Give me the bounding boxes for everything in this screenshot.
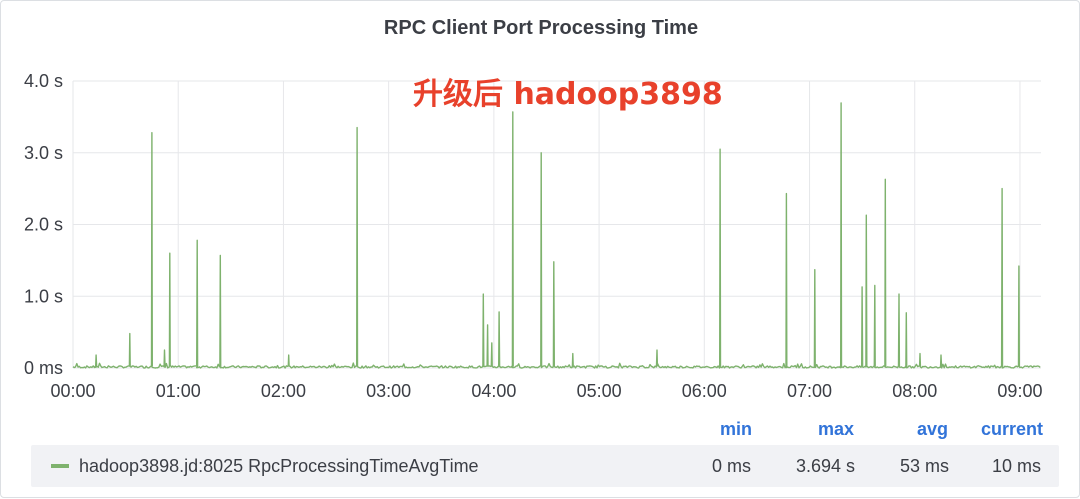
x-tick-label: 09:00 <box>997 381 1042 401</box>
series-layer <box>72 101 1041 369</box>
grid-lines <box>72 80 1041 369</box>
data-point-spike[interactable] <box>481 292 485 296</box>
data-point-spike[interactable] <box>873 283 877 287</box>
x-tick-label: 04:00 <box>471 381 516 401</box>
y-tick-label: 2.0 s <box>24 215 63 235</box>
graph-panel: RPC Client Port Processing Time 0 ms 1.0 … <box>0 0 1080 498</box>
data-point-spike[interactable] <box>287 353 291 357</box>
legend-stat-min: 0 ms <box>711 456 751 476</box>
data-point-spike[interactable] <box>571 352 575 356</box>
data-point-spike[interactable] <box>128 332 132 336</box>
data-point-spike[interactable] <box>168 251 172 255</box>
x-tick-label: 07:00 <box>787 381 832 401</box>
data-point-spike[interactable] <box>1017 264 1021 268</box>
data-point-spike[interactable] <box>94 353 98 357</box>
data-point-spike[interactable] <box>552 260 556 264</box>
data-point-spike[interactable] <box>718 147 722 151</box>
legend-header-avg[interactable]: avg <box>917 419 948 440</box>
y-tick-label: 3.0 s <box>24 143 63 163</box>
x-tick-label: 06:00 <box>682 381 727 401</box>
data-point-spike[interactable] <box>497 310 501 314</box>
data-point-spike[interactable] <box>839 101 843 105</box>
data-point-spike[interactable] <box>784 192 788 196</box>
y-axis-ticks: 0 ms 1.0 s 2.0 s 3.0 s 4.0 s <box>24 71 63 378</box>
x-tick-label: 02:00 <box>261 381 306 401</box>
data-point-spike[interactable] <box>490 341 494 345</box>
y-tick-label: 4.0 s <box>24 71 63 91</box>
legend-stat-current: 10 ms <box>991 456 1041 476</box>
legend-series-name[interactable]: hadoop3898.jd:8025 RpcProcessingTimeAvgT… <box>79 456 479 477</box>
data-point-spike[interactable] <box>883 177 887 181</box>
data-point-spike[interactable] <box>897 292 901 296</box>
data-point-spike[interactable] <box>864 213 868 217</box>
legend-stat-avg: 53 ms <box>899 456 949 476</box>
data-point-spike[interactable] <box>195 238 199 242</box>
data-point-spike[interactable] <box>355 126 359 130</box>
data-point-spike[interactable] <box>150 131 154 135</box>
data-point-spike[interactable] <box>860 285 864 289</box>
data-point-spike[interactable] <box>539 151 543 155</box>
data-point-spike[interactable] <box>813 268 817 272</box>
legend-header-current[interactable]: current <box>981 419 1043 440</box>
data-point-spike[interactable] <box>939 353 943 357</box>
y-tick-label: 0 ms <box>24 358 63 378</box>
legend-header-max[interactable]: max <box>818 419 854 440</box>
data-point-spike[interactable] <box>218 253 222 257</box>
data-point-spike[interactable] <box>918 352 922 356</box>
x-axis-ticks: 00:00 01:00 02:00 03:00 04:00 05:00 06:00 07:00… <box>50 381 1042 401</box>
legend-series-row[interactable]: hadoop3898.jd:8025 RpcProcessingTimeAvgT… <box>31 445 1059 487</box>
y-tick-label: 1.0 s <box>24 286 63 306</box>
x-tick-label: 01:00 <box>156 381 201 401</box>
x-tick-label: 08:00 <box>892 381 937 401</box>
upgrade-annotation: 升级后 hadoop3898 <box>413 77 723 112</box>
x-tick-label: 00:00 <box>50 381 95 401</box>
series-line[interactable] <box>72 102 1041 369</box>
data-point-spike[interactable] <box>1000 187 1004 191</box>
data-point-spike[interactable] <box>655 348 659 352</box>
data-point-spike[interactable] <box>163 348 167 352</box>
data-point-spike[interactable] <box>486 323 490 327</box>
data-point-spike[interactable] <box>904 311 908 315</box>
x-tick-label: 05:00 <box>577 381 622 401</box>
x-tick-label: 03:00 <box>366 381 411 401</box>
legend-stat-max: 3.694 s <box>795 456 855 476</box>
legend-header-min[interactable]: min <box>720 419 752 440</box>
legend-series-swatch[interactable] <box>51 464 69 468</box>
